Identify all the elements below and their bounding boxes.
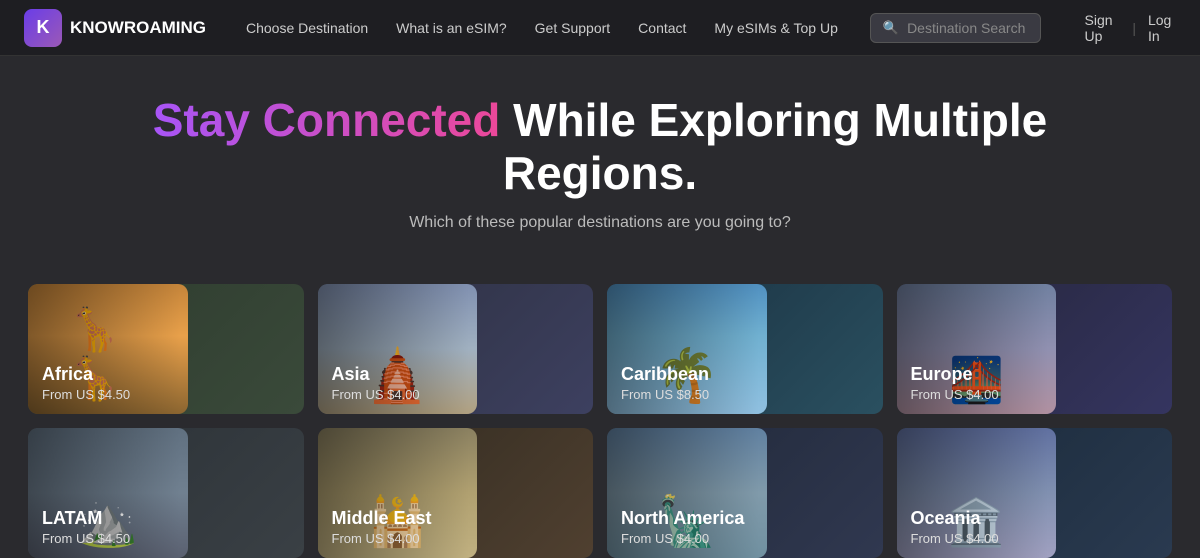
search-icon: 🔍 <box>883 20 899 36</box>
card-middleeast[interactable]: Middle East From US $4.00 <box>318 428 594 558</box>
destination-cards: Africa From US $4.50 Asia From US $4.00 Cari… <box>0 284 1200 558</box>
card-asia[interactable]: Asia From US $4.00 <box>318 284 594 414</box>
logo-text: KNOWROAMING <box>70 18 206 38</box>
hero-title-colored: Stay Connected <box>153 94 501 146</box>
sign-up-link[interactable]: Sign Up <box>1085 12 1121 44</box>
destination-row-2: LATAM From US $4.50 Middle East From US $4.… <box>28 428 1172 558</box>
africa-info: Africa From US $4.50 <box>28 352 144 414</box>
navbar: K KNOWROAMING Choose Destination What is… <box>0 0 1200 56</box>
latam-price: From US $4.50 <box>42 531 130 546</box>
nav-what-is-esim[interactable]: What is an eSIM? <box>396 20 507 36</box>
africa-name: Africa <box>42 364 130 385</box>
nav-my-esims[interactable]: My eSIMs & Top Up <box>714 20 837 36</box>
nav-links: Choose Destination What is an eSIM? Get … <box>246 20 838 36</box>
card-latam[interactable]: LATAM From US $4.50 <box>28 428 304 558</box>
destination-search-box[interactable]: 🔍 <box>870 13 1041 43</box>
card-africa[interactable]: Africa From US $4.50 <box>28 284 304 414</box>
nav-contact[interactable]: Contact <box>638 20 686 36</box>
hero-title: Stay Connected While Exploring Multiple … <box>60 94 1140 200</box>
card-northamerica[interactable]: North America From US $4.00 <box>607 428 883 558</box>
northamerica-name: North America <box>621 508 744 529</box>
oceania-name: Oceania <box>911 508 999 529</box>
latam-info: LATAM From US $4.50 <box>28 496 144 558</box>
logo-icon: K <box>24 9 62 47</box>
middleeast-name: Middle East <box>332 508 432 529</box>
middleeast-price: From US $4.00 <box>332 531 432 546</box>
middleeast-info: Middle East From US $4.00 <box>318 496 446 558</box>
log-in-link[interactable]: Log In <box>1148 12 1176 44</box>
europe-price: From US $4.00 <box>911 387 999 402</box>
card-caribbean[interactable]: Caribbean From US $8.50 <box>607 284 883 414</box>
caribbean-info: Caribbean From US $8.50 <box>607 352 723 414</box>
latam-name: LATAM <box>42 508 130 529</box>
nav-get-support[interactable]: Get Support <box>535 20 611 36</box>
auth-divider: | <box>1132 20 1136 36</box>
caribbean-price: From US $8.50 <box>621 387 709 402</box>
caribbean-name: Caribbean <box>621 364 709 385</box>
asia-name: Asia <box>332 364 420 385</box>
africa-price: From US $4.50 <box>42 387 130 402</box>
destination-search-input[interactable] <box>907 20 1027 36</box>
destination-row-1: Africa From US $4.50 Asia From US $4.00 Cari… <box>28 284 1172 414</box>
nav-auth-area: Sign Up | Log In <box>1085 12 1176 44</box>
hero-subtitle: Which of these popular destinations are … <box>60 214 1140 232</box>
card-oceania[interactable]: Oceania From US $4.00 <box>897 428 1173 558</box>
asia-info: Asia From US $4.00 <box>318 352 434 414</box>
europe-info: Europe From US $4.00 <box>897 352 1013 414</box>
hero-title-rest: While Exploring Multiple Regions. <box>500 94 1047 199</box>
logo[interactable]: K KNOWROAMING <box>24 9 206 47</box>
oceania-price: From US $4.00 <box>911 531 999 546</box>
asia-price: From US $4.00 <box>332 387 420 402</box>
hero-section: Stay Connected While Exploring Multiple … <box>0 56 1200 284</box>
card-europe[interactable]: Europe From US $4.00 <box>897 284 1173 414</box>
northamerica-info: North America From US $4.00 <box>607 496 758 558</box>
nav-choose-destination[interactable]: Choose Destination <box>246 20 368 36</box>
northamerica-price: From US $4.00 <box>621 531 744 546</box>
europe-name: Europe <box>911 364 999 385</box>
oceania-info: Oceania From US $4.00 <box>897 496 1013 558</box>
